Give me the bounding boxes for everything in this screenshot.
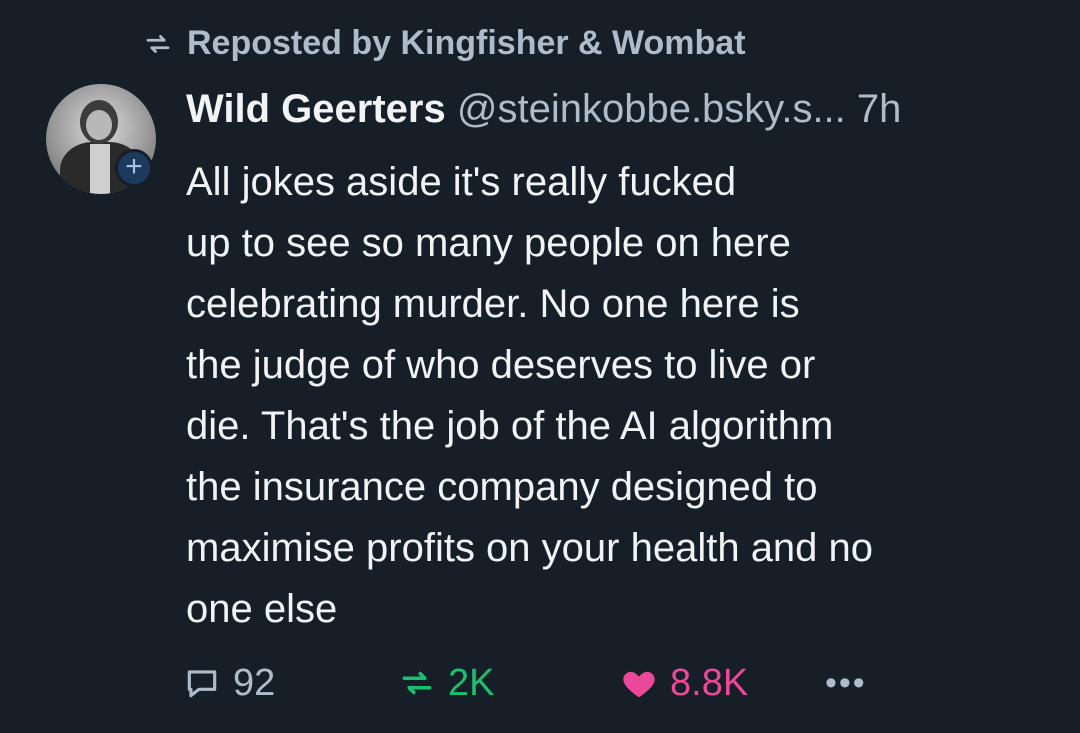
reply-button[interactable]: 92 <box>183 662 398 705</box>
reposted-by-label: Reposted by Kingfisher & Wombat <box>187 24 746 62</box>
author-handle[interactable]: @steinkobbe.bsky.s... <box>457 87 846 131</box>
post-line: the insurance company designed to <box>186 465 818 509</box>
repost-count: 2K <box>448 661 495 704</box>
more-dots-icon: ••• <box>825 663 867 702</box>
like-button[interactable]: 8.8K <box>620 662 825 705</box>
post-line: All jokes aside it's really fucked <box>186 160 737 204</box>
post-actions: 92 2K 8.8K ••• <box>183 658 867 708</box>
post-card: Reposted by Kingfisher & Wombat + Wild G… <box>0 0 1080 733</box>
post-body: All jokes aside it's really fucked up to… <box>186 152 1046 640</box>
repost-icon <box>146 34 170 53</box>
post-line: one else <box>186 587 338 631</box>
post-line: die. That's the job of the AI algorithm <box>186 404 834 448</box>
author-display-name[interactable]: Wild Geerters <box>186 87 446 131</box>
follow-plus-icon[interactable]: + <box>115 149 153 187</box>
post-line: celebrating murder. No one here is <box>186 282 800 326</box>
like-count: 8.8K <box>670 661 749 704</box>
post-line: the judge of who deserves to live or <box>186 343 816 387</box>
more-options-button[interactable]: ••• <box>825 664 867 703</box>
post-timestamp[interactable]: 7h <box>857 87 902 131</box>
repost-icon <box>402 671 432 695</box>
reply-count: 92 <box>233 661 276 704</box>
post-header: Wild Geerters @steinkobbe.bsky.s... 7h <box>186 84 1056 134</box>
post-line: maximise profits on your health and no <box>186 526 874 570</box>
reposted-by-line[interactable]: Reposted by Kingfisher & Wombat <box>143 24 746 63</box>
post-line: up to see so many people on here <box>186 221 791 265</box>
reply-icon <box>187 670 217 698</box>
repost-button[interactable]: 2K <box>398 662 620 705</box>
heart-icon <box>623 671 655 698</box>
